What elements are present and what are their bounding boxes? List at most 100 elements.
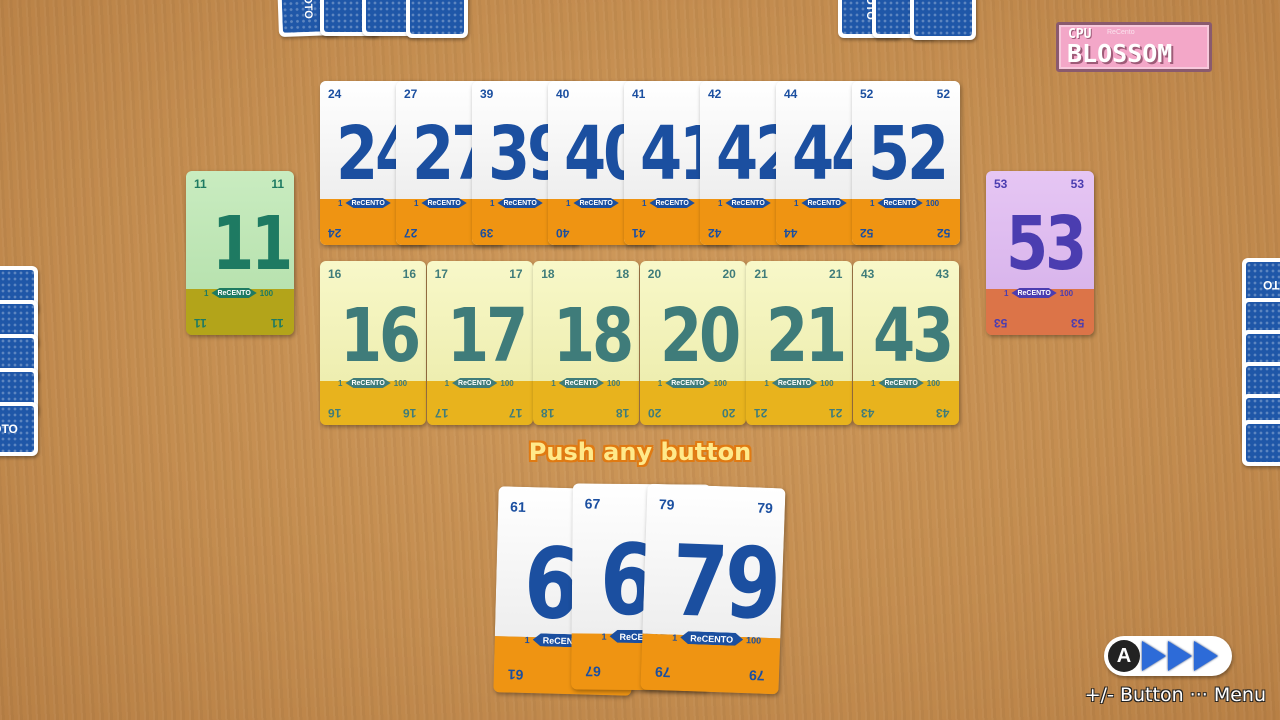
hand-card[interactable]: 79 79 79 79 79 1 ReCENTO 100 <box>640 483 786 695</box>
card-corner-number: 79 <box>757 499 774 517</box>
table-card-yellow: 17 17 17 17 17 1 ReCENTO 100 <box>426 261 533 425</box>
card-range-scale: 1 ReCENTO <box>414 198 467 208</box>
card-corner-number: 52 <box>860 226 874 240</box>
advance-button[interactable]: A <box>1104 636 1232 676</box>
card-corner-number: 44 <box>784 87 798 101</box>
table-card-blue: 52 52 52 52 52 1 ReCENTO 100 <box>852 81 960 245</box>
card-corner-number: 17 <box>434 267 448 281</box>
card-range-scale: 1 ReCENTO <box>338 198 391 208</box>
card-corner-number: 21 <box>754 267 768 281</box>
card-corner-number: 18 <box>615 406 630 420</box>
card-corner-number: 41 <box>632 87 646 101</box>
card-range-scale: 1 ReCENTO 100 <box>764 378 834 388</box>
card-corner-number: 61 <box>507 666 524 683</box>
table-card-yellow: 16 16 16 16 16 1 ReCENTO 100 <box>320 261 426 425</box>
table-card-yellow: 43 43 43 43 43 1 ReCENTO 100 <box>853 261 959 425</box>
range-max: 100 <box>820 378 834 388</box>
card-corner-number: 18 <box>541 406 555 420</box>
card-corner-number: 11 <box>271 177 284 191</box>
range-max: 100 <box>259 288 274 298</box>
card-corner-number: 53 <box>1070 316 1084 330</box>
card-corner-number: 52 <box>860 87 874 101</box>
range-arrow-icon: ReCENTO <box>649 198 694 208</box>
card-corner-number: 20 <box>722 406 736 420</box>
card-corner-number: 20 <box>647 267 662 281</box>
range-arrow-icon: ReCENTO <box>1011 288 1056 298</box>
card-range-scale: 1 ReCENTO <box>490 198 543 208</box>
card-corner-number: 18 <box>541 267 555 281</box>
card-range-scale: 1 ReCENTO 100 <box>204 288 273 298</box>
card-corner-number: 24 <box>328 226 342 240</box>
card-corner-number: 52 <box>936 226 950 240</box>
card-value: 79 <box>670 524 780 643</box>
range-arrow-icon: ReCENTO <box>878 378 923 388</box>
table-card-yellow: 21 21 21 21 21 1 ReCENTO 100 <box>746 261 853 425</box>
card-corner-number: 43 <box>861 406 875 420</box>
range-arrow-icon: ReCENTO <box>345 198 390 208</box>
range-min: 1 <box>551 378 556 388</box>
range-arrow-icon: ReCENTO <box>573 198 618 208</box>
card-corner-number: 17 <box>509 406 523 420</box>
card-value: 16 <box>340 293 421 379</box>
card-corner-number: 79 <box>749 667 766 684</box>
cpu-sublabel: ReCento <box>1107 29 1135 36</box>
card-range-scale: 1 ReCENTO 100 <box>870 198 939 208</box>
card-corner-number: 52 <box>936 87 950 101</box>
card-range-scale: 1 ReCENTO 100 <box>551 378 620 388</box>
card-corner-number: 79 <box>658 496 675 513</box>
card-corner-number: 16 <box>402 406 416 420</box>
card-range-scale: 1 ReCENTO 100 <box>1004 288 1073 298</box>
card-back <box>910 0 976 40</box>
range-arrow-icon: ReCENTO <box>421 198 466 208</box>
table-card-yellow: 20 20 20 20 20 1 ReCENTO 100 <box>639 261 746 425</box>
fast-forward-icon <box>1194 641 1218 671</box>
card-range-scale: 1 ReCENTO <box>642 198 695 208</box>
card-value: 53 <box>1006 201 1087 287</box>
card-range-scale: 1 ReCENTO 100 <box>338 378 407 388</box>
range-min: 1 <box>871 378 876 388</box>
range-min: 1 <box>657 378 663 388</box>
range-arrow-icon: ReCENTO <box>559 378 604 388</box>
range-arrow-icon: ReCENTO <box>772 378 817 388</box>
card-range-scale: 1 ReCENTO <box>794 198 847 208</box>
fast-forward-icon <box>1142 641 1166 671</box>
card-corner-number: 16 <box>328 267 342 281</box>
range-min: 1 <box>338 378 343 388</box>
range-arrow-icon: ReCENTO <box>680 631 743 646</box>
card-corner-number: 53 <box>1070 177 1084 191</box>
range-min: 1 <box>764 378 769 388</box>
card-corner-number: 39 <box>480 226 494 240</box>
range-min: 1 <box>642 198 647 208</box>
range-min: 1 <box>524 634 530 645</box>
a-button-icon: A <box>1108 640 1140 672</box>
card-back <box>406 0 468 38</box>
range-arrow-icon: ReCENTO <box>665 378 710 388</box>
card-corner-number: 42 <box>708 226 722 240</box>
card-corner-number: 17 <box>434 406 448 420</box>
card-corner-number: 11 <box>271 316 284 330</box>
card-value: 21 <box>766 293 847 379</box>
menu-hint: +/- Button ··· Menu <box>1084 684 1266 706</box>
range-max: 100 <box>393 378 408 388</box>
card-corner-number: 11 <box>194 316 207 330</box>
table-card-yellow: 18 18 18 18 18 1 ReCENTO 100 <box>533 261 640 425</box>
range-min: 1 <box>414 198 419 208</box>
table-card-green: 11 11 11 11 11 1 ReCENTO 100 <box>186 171 294 335</box>
card-corner-number: 40 <box>556 226 570 240</box>
fast-forward-icon <box>1168 641 1192 671</box>
card-corner-number: 61 <box>509 498 526 515</box>
card-corner-number: 20 <box>722 267 736 281</box>
range-min: 1 <box>794 198 799 208</box>
card-value: 17 <box>446 293 528 379</box>
table-card-purple: 53 53 53 53 53 1 ReCENTO 100 <box>986 171 1094 335</box>
card-range-scale: 1 ReCENTO <box>718 198 771 208</box>
card-corner-number: 67 <box>584 495 601 512</box>
range-min: 1 <box>672 632 678 643</box>
card-value: 11 <box>212 201 293 287</box>
range-max: 100 <box>745 634 762 646</box>
card-corner-number: 79 <box>654 664 671 681</box>
card-corner-number: 44 <box>784 226 798 240</box>
cpu-opponent-badge: CPU ReCento BLOSSOM <box>1056 22 1212 72</box>
card-range-scale: 1 ReCENTO 100 <box>871 378 940 388</box>
range-min: 1 <box>204 288 209 298</box>
